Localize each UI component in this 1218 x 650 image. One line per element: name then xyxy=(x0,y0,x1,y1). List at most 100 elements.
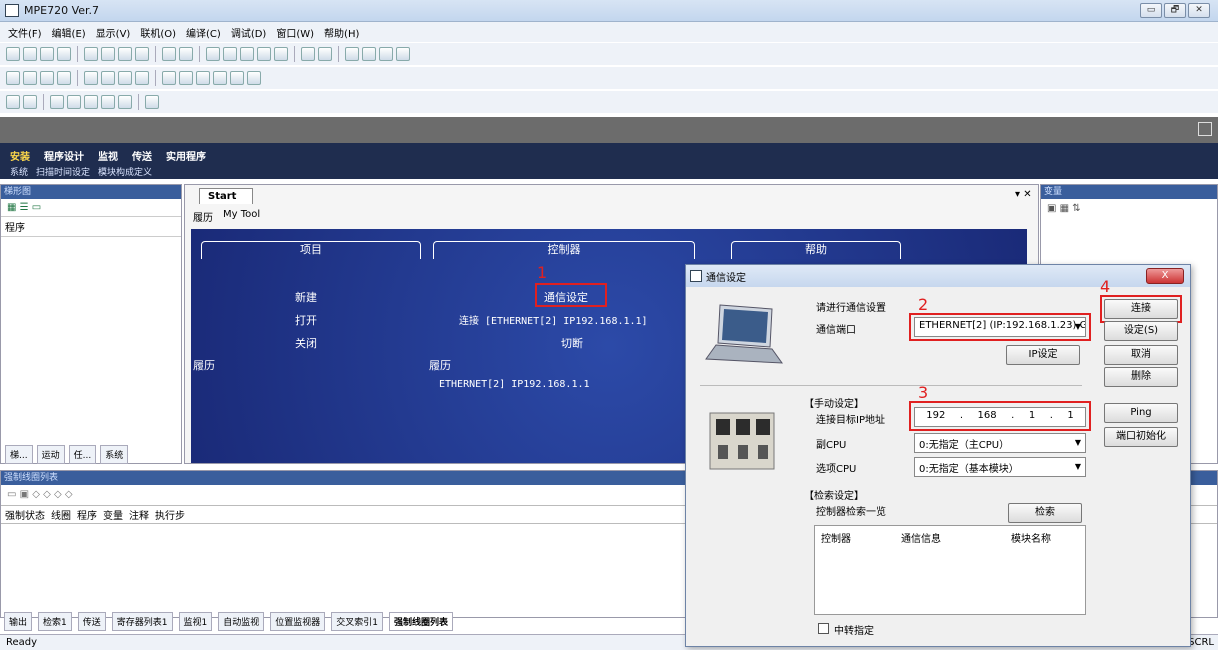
menu-file[interactable]: 文件(F) xyxy=(8,25,42,40)
mark-icon[interactable] xyxy=(84,95,98,109)
tab-setup[interactable]: 安装 xyxy=(10,148,30,163)
open-icon[interactable] xyxy=(23,47,37,61)
history-tool[interactable]: 履历 xyxy=(193,209,213,224)
contact-nc-icon[interactable] xyxy=(23,71,37,85)
transfer-icon[interactable] xyxy=(379,47,393,61)
tab-auto-watch[interactable]: 自动监视 xyxy=(218,612,265,631)
relay-checkbox[interactable] xyxy=(818,623,829,634)
tab-system[interactable]: 系统 xyxy=(100,445,129,464)
col-step[interactable]: 执行步 xyxy=(155,507,185,522)
redo-icon[interactable] xyxy=(179,47,193,61)
sub-cpu-select[interactable]: 0:无指定（主CPU） ▼ xyxy=(914,433,1086,453)
tab-transfer[interactable]: 传送 xyxy=(132,148,152,163)
menu-help[interactable]: 帮助(H) xyxy=(324,25,359,40)
cancel-button[interactable]: 取消 xyxy=(1104,345,1178,365)
tab-close-icon[interactable]: ▾ ✕ xyxy=(1015,189,1032,200)
compare-eq-icon[interactable] xyxy=(196,71,210,85)
mytool-tool[interactable]: My Tool xyxy=(223,209,260,224)
search-button[interactable]: 检索 xyxy=(1008,503,1082,523)
dialog-close-button[interactable]: X xyxy=(1146,268,1184,284)
watch-icon[interactable] xyxy=(118,95,132,109)
menu-window[interactable]: 窗口(W) xyxy=(276,25,314,40)
tab-watch[interactable]: 监视1 xyxy=(178,612,213,631)
col-coil[interactable]: 线圈 xyxy=(51,507,71,522)
tab-search[interactable]: 检索1 xyxy=(38,612,72,631)
start-tab[interactable]: Start xyxy=(199,188,253,204)
panel-toggle-icon[interactable] xyxy=(1198,122,1212,136)
fall-icon[interactable] xyxy=(101,71,115,85)
compare-ne-icon[interactable] xyxy=(213,71,227,85)
tab-position-monitor[interactable]: 位置监视器 xyxy=(270,612,326,631)
reset-icon[interactable] xyxy=(135,71,149,85)
menu-debug[interactable]: 调试(D) xyxy=(231,25,267,40)
flag-icon[interactable] xyxy=(101,95,115,109)
zoom-icon[interactable] xyxy=(274,47,288,61)
tab-ladder[interactable]: 梯... xyxy=(5,445,33,464)
program-tree-item[interactable]: 程序 xyxy=(1,217,181,237)
paste-icon[interactable] xyxy=(118,47,132,61)
tab-register-list[interactable]: 寄存器列表1 xyxy=(111,612,173,631)
save-all-icon[interactable] xyxy=(57,47,71,61)
tab-task[interactable]: 任... xyxy=(68,445,97,464)
history-entry[interactable]: ETHERNET[2] IP192.168.1.1 xyxy=(439,379,590,390)
col-controller[interactable]: 控制器 xyxy=(821,530,901,545)
close-button[interactable]: ✕ xyxy=(1188,3,1210,18)
subtab-scan-time[interactable]: 扫描时间设定 xyxy=(36,165,90,178)
new-project-link[interactable]: 新建 xyxy=(295,289,317,305)
tab-monitor[interactable]: 监视 xyxy=(98,148,118,163)
copy-icon[interactable] xyxy=(101,47,115,61)
subtab-system[interactable]: 系统 xyxy=(10,165,28,178)
tab-utilities[interactable]: 实用程序 xyxy=(166,148,206,163)
col-comm-info[interactable]: 通信信息 xyxy=(901,530,1011,545)
compare-lt-icon[interactable] xyxy=(162,71,176,85)
coil-icon[interactable] xyxy=(40,71,54,85)
compare-ge-icon[interactable] xyxy=(230,71,244,85)
col-variable[interactable]: 变量 xyxy=(103,507,123,522)
compare-icon[interactable] xyxy=(396,47,410,61)
outdent-icon[interactable] xyxy=(23,95,37,109)
set-icon[interactable] xyxy=(118,71,132,85)
option-cpu-select[interactable]: 0:无指定（基本模块） ▼ xyxy=(914,457,1086,477)
col-comment[interactable]: 注释 xyxy=(129,507,149,522)
bookmark-icon[interactable] xyxy=(240,47,254,61)
rise-icon[interactable] xyxy=(84,71,98,85)
window-icon[interactable] xyxy=(145,95,159,109)
tab-output[interactable]: 输出 xyxy=(4,612,33,631)
settings-button[interactable]: 设定(S) xyxy=(1104,321,1178,341)
tab-force-coil[interactable]: 强制线圈列表 xyxy=(389,612,454,631)
jump-icon[interactable] xyxy=(257,47,271,61)
comment-icon[interactable] xyxy=(50,95,64,109)
delete-button[interactable]: 删除 xyxy=(1104,367,1178,387)
ping-button[interactable]: Ping xyxy=(1104,403,1178,423)
tab-motion[interactable]: 运动 xyxy=(36,445,65,464)
menu-view[interactable]: 显示(V) xyxy=(96,25,131,40)
compare-gt-icon[interactable] xyxy=(247,71,261,85)
minimize-button[interactable]: ▭ xyxy=(1140,3,1162,18)
replace-icon[interactable] xyxy=(223,47,237,61)
subtab-module-config[interactable]: 模块构成定义 xyxy=(98,165,152,178)
tab-cross-ref[interactable]: 交叉索引1 xyxy=(331,612,383,631)
undo-icon[interactable] xyxy=(162,47,176,61)
ip-settings-button[interactable]: IP设定 xyxy=(1006,345,1080,365)
toggle-icon[interactable] xyxy=(135,47,149,61)
find-icon[interactable] xyxy=(206,47,220,61)
menu-online[interactable]: 联机(O) xyxy=(140,25,176,40)
contact-no-icon[interactable] xyxy=(6,71,20,85)
tab-transfer-log[interactable]: 传送 xyxy=(77,612,106,631)
save-icon[interactable] xyxy=(40,47,54,61)
stop-icon[interactable] xyxy=(362,47,376,61)
tab-programming[interactable]: 程序设计 xyxy=(44,148,84,163)
menu-edit[interactable]: 编辑(E) xyxy=(52,25,86,40)
col-program[interactable]: 程序 xyxy=(77,507,97,522)
indent-icon[interactable] xyxy=(6,95,20,109)
disconnect-link[interactable]: 切断 xyxy=(561,335,583,351)
menu-compile[interactable]: 编译(C) xyxy=(186,25,221,40)
offline-icon[interactable] xyxy=(318,47,332,61)
cut-icon[interactable] xyxy=(84,47,98,61)
col-force-status[interactable]: 强制状态 xyxy=(5,507,45,522)
branch-icon[interactable] xyxy=(57,71,71,85)
restore-button[interactable]: 🗗 xyxy=(1164,3,1186,18)
connect-link[interactable]: 连接 [ETHERNET[2] IP192.168.1.1] xyxy=(459,312,648,327)
online-icon[interactable] xyxy=(301,47,315,61)
run-icon[interactable] xyxy=(345,47,359,61)
